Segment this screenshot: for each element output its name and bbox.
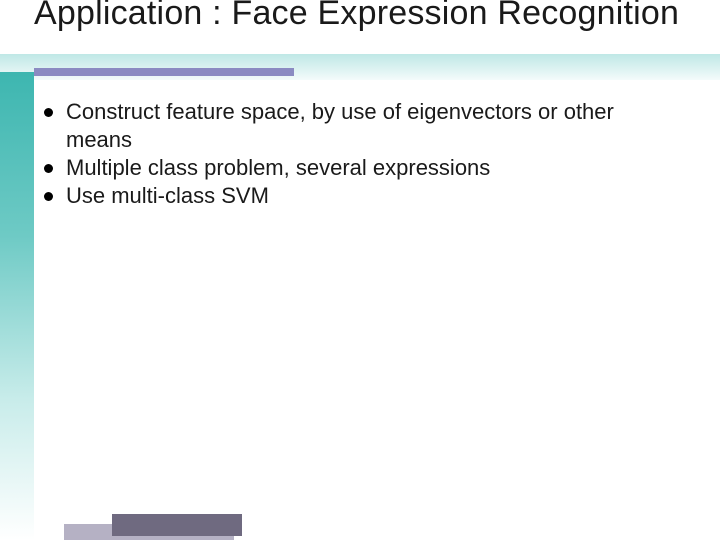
slide-title: Application : Face Expression Recognitio… [34,0,700,33]
bullet-item: Construct feature space, by use of eigen… [40,98,680,154]
top-gradient-band [0,54,720,80]
left-gradient-stripe [0,72,34,540]
bullet-item: Use multi-class SVM [40,182,680,210]
slide-body: Construct feature space, by use of eigen… [40,98,680,211]
bullet-list: Construct feature space, by use of eigen… [40,98,680,211]
bottom-decoration [64,512,264,540]
deco-bar-front [112,514,242,536]
title-underline [34,68,294,76]
bullet-item: Multiple class problem, several expressi… [40,154,680,182]
